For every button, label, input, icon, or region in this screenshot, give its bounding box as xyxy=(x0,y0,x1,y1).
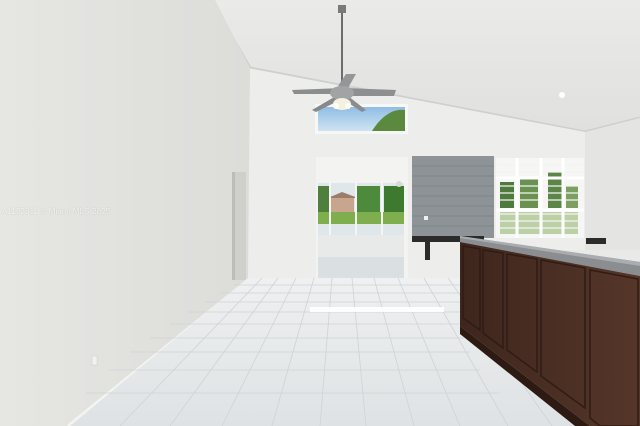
bar-end xyxy=(586,238,606,244)
light-fixture xyxy=(396,181,402,187)
right-wall xyxy=(585,118,640,250)
fan-motor xyxy=(330,86,354,100)
door-frame xyxy=(232,172,235,280)
neighbor-house xyxy=(330,196,354,214)
bar-bracket xyxy=(425,240,430,260)
wall-outlet xyxy=(91,355,98,366)
watermark-text: A1152811 © Miami MLS 2025 xyxy=(2,207,111,216)
recessed-light xyxy=(559,92,565,98)
sunroom-floor xyxy=(318,257,404,278)
photo-scene: A1152811 © Miami MLS 2025 xyxy=(0,0,640,426)
shiplap-outlet xyxy=(424,216,428,220)
light-reflection xyxy=(310,307,444,312)
fan-canopy xyxy=(338,5,346,13)
